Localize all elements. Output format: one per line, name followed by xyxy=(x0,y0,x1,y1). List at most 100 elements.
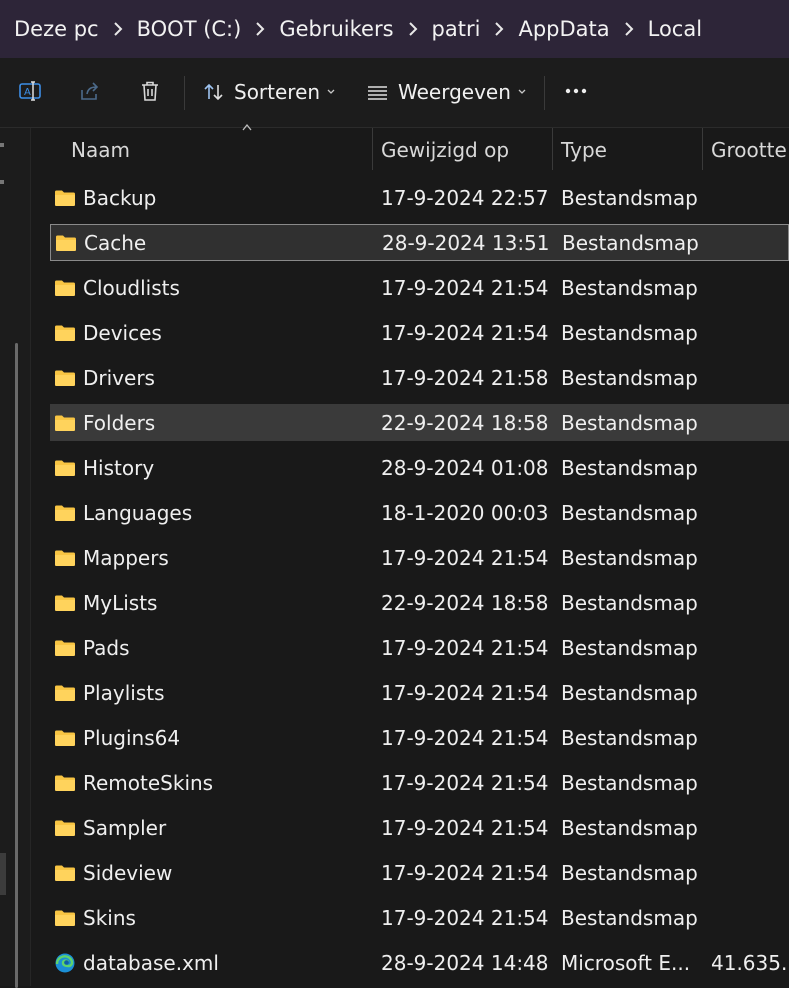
breadcrumb-item-deze-pc[interactable]: Deze pc xyxy=(0,17,99,41)
share-icon[interactable] xyxy=(77,78,103,104)
column-name[interactable]: Naam xyxy=(71,128,130,172)
folder-icon xyxy=(54,909,76,927)
file-row[interactable]: Drivers 17-9-2024 21:58 Bestandsmap xyxy=(50,359,789,396)
file-modified: 17-9-2024 21:54 xyxy=(381,770,549,795)
file-type: Bestandsmap xyxy=(561,770,698,795)
column-divider[interactable] xyxy=(552,128,553,170)
file-type: Bestandsmap xyxy=(561,860,698,885)
column-divider[interactable] xyxy=(372,128,373,170)
file-type: Bestandsmap xyxy=(561,590,698,615)
file-modified: 17-9-2024 21:54 xyxy=(381,905,549,930)
breadcrumb-item-local[interactable]: Local xyxy=(648,17,702,41)
file-row[interactable]: Plugins64 17-9-2024 21:54 Bestandsmap xyxy=(50,719,789,756)
trash-icon[interactable] xyxy=(137,78,163,104)
pane-divider xyxy=(30,128,31,986)
file-row[interactable]: database.xml 28-9-2024 14:48 Microsoft E..… xyxy=(50,944,789,981)
folder-icon xyxy=(54,594,76,612)
chevron-right-icon[interactable] xyxy=(480,21,518,37)
folder-icon xyxy=(54,279,76,297)
file-row[interactable]: Sideview 17-9-2024 21:54 Bestandsmap xyxy=(50,854,789,891)
file-name-cell: History xyxy=(54,456,154,480)
file-type: Bestandsmap xyxy=(561,365,698,390)
chevron-right-icon[interactable] xyxy=(99,21,137,37)
file-modified: 28-9-2024 01:08 xyxy=(381,455,549,480)
breadcrumb-item-patri[interactable]: patri xyxy=(432,17,481,41)
file-name: MyLists xyxy=(83,590,158,615)
file-name-cell: Cache xyxy=(55,231,146,255)
file-modified: 17-9-2024 21:54 xyxy=(381,680,549,705)
column-divider[interactable] xyxy=(702,128,703,170)
file-modified: 18-1-2020 00:03 xyxy=(381,500,549,525)
file-row[interactable]: History 28-9-2024 01:08 Bestandsmap xyxy=(50,449,789,486)
file-name: Drivers xyxy=(83,365,155,390)
file-type: Bestandsmap xyxy=(561,185,698,210)
file-name: Skins xyxy=(83,905,136,930)
nav-selection-marker xyxy=(0,853,6,895)
file-type: Microsoft E... xyxy=(561,950,691,975)
view-button[interactable]: Weergeven xyxy=(367,74,526,110)
folder-icon xyxy=(54,504,76,522)
chevron-down-icon xyxy=(327,76,335,100)
file-row[interactable]: Playlists 17-9-2024 21:54 Bestandsmap xyxy=(50,674,789,711)
file-modified: 17-9-2024 22:57 xyxy=(381,185,549,210)
file-row[interactable]: RemoteSkins 17-9-2024 21:54 Bestandsmap xyxy=(50,764,789,801)
view-label: Weergeven xyxy=(398,80,511,104)
folder-icon xyxy=(54,459,76,477)
file-type: Bestandsmap xyxy=(561,275,698,300)
file-modified: 17-9-2024 21:54 xyxy=(381,275,549,300)
chevron-right-icon[interactable] xyxy=(610,21,648,37)
folder-icon xyxy=(54,189,76,207)
file-row[interactable]: Folders 22-9-2024 18:58 Bestandsmap xyxy=(50,404,789,441)
column-modified[interactable]: Gewijzigd op xyxy=(381,128,509,172)
rename-icon[interactable]: A xyxy=(17,78,43,104)
file-name: History xyxy=(83,455,155,480)
file-modified: 17-9-2024 21:54 xyxy=(381,725,549,750)
file-name-cell: Sampler xyxy=(54,816,166,840)
file-row[interactable]: Cloudlists 17-9-2024 21:54 Bestandsmap xyxy=(50,269,789,306)
file-row[interactable]: MyLists 22-9-2024 18:58 Bestandsmap xyxy=(50,584,789,621)
file-name: Playlists xyxy=(83,680,165,705)
svg-text:A: A xyxy=(24,87,31,98)
file-row[interactable]: Languages 18-1-2020 00:03 Bestandsmap xyxy=(50,494,789,531)
file-type: Bestandsmap xyxy=(561,545,698,570)
file-name: Plugins64 xyxy=(83,725,181,750)
file-name-cell: Sideview xyxy=(54,861,172,885)
file-row[interactable]: Sampler 17-9-2024 21:54 Bestandsmap xyxy=(50,809,789,846)
nav-tick xyxy=(0,143,4,147)
breadcrumb-item-gebruikers[interactable]: Gebruikers xyxy=(279,17,393,41)
file-name: Pads xyxy=(83,635,130,660)
file-modified: 28-9-2024 13:51 xyxy=(382,230,550,255)
file-name-cell: Playlists xyxy=(54,681,165,705)
file-row[interactable]: Cache 28-9-2024 13:51 Bestandsmap xyxy=(50,224,789,261)
file-type: Bestandsmap xyxy=(562,230,699,255)
breadcrumb-item-appdata[interactable]: AppData xyxy=(518,17,609,41)
chevron-down-icon xyxy=(518,76,526,100)
chevron-right-icon[interactable] xyxy=(241,21,279,37)
file-type: Bestandsmap xyxy=(561,500,698,525)
column-size[interactable]: Grootte xyxy=(711,128,787,172)
file-modified: 22-9-2024 18:58 xyxy=(381,410,549,435)
sort-icon xyxy=(203,81,225,103)
folder-icon xyxy=(54,819,76,837)
view-list-icon xyxy=(367,83,388,101)
file-row[interactable]: Mappers 17-9-2024 21:54 Bestandsmap xyxy=(50,539,789,576)
file-name-cell: Cloudlists xyxy=(54,276,180,300)
file-row[interactable]: Skins 17-9-2024 21:54 Bestandsmap xyxy=(50,899,789,936)
nav-scrollbar[interactable] xyxy=(15,343,18,988)
file-type: Bestandsmap xyxy=(561,815,698,840)
column-type[interactable]: Type xyxy=(561,128,607,172)
file-name-cell: Languages xyxy=(54,501,192,525)
toolbar-divider xyxy=(544,76,545,110)
file-name-cell: Backup xyxy=(54,186,156,210)
file-modified: 22-9-2024 18:58 xyxy=(381,590,549,615)
breadcrumb-item-boot[interactable]: BOOT (C:) xyxy=(137,17,242,41)
file-type: Bestandsmap xyxy=(561,905,698,930)
file-row[interactable]: Backup 17-9-2024 22:57 Bestandsmap xyxy=(50,179,789,216)
more-options-icon[interactable] xyxy=(562,78,590,104)
sort-button[interactable]: Sorteren xyxy=(203,74,335,110)
file-row[interactable]: Pads 17-9-2024 21:54 Bestandsmap xyxy=(50,629,789,666)
column-header: Naam Gewijzigd op Type Grootte xyxy=(31,123,789,172)
folder-icon xyxy=(54,639,76,657)
chevron-right-icon[interactable] xyxy=(394,21,432,37)
file-row[interactable]: Devices 17-9-2024 21:54 Bestandsmap xyxy=(50,314,789,351)
